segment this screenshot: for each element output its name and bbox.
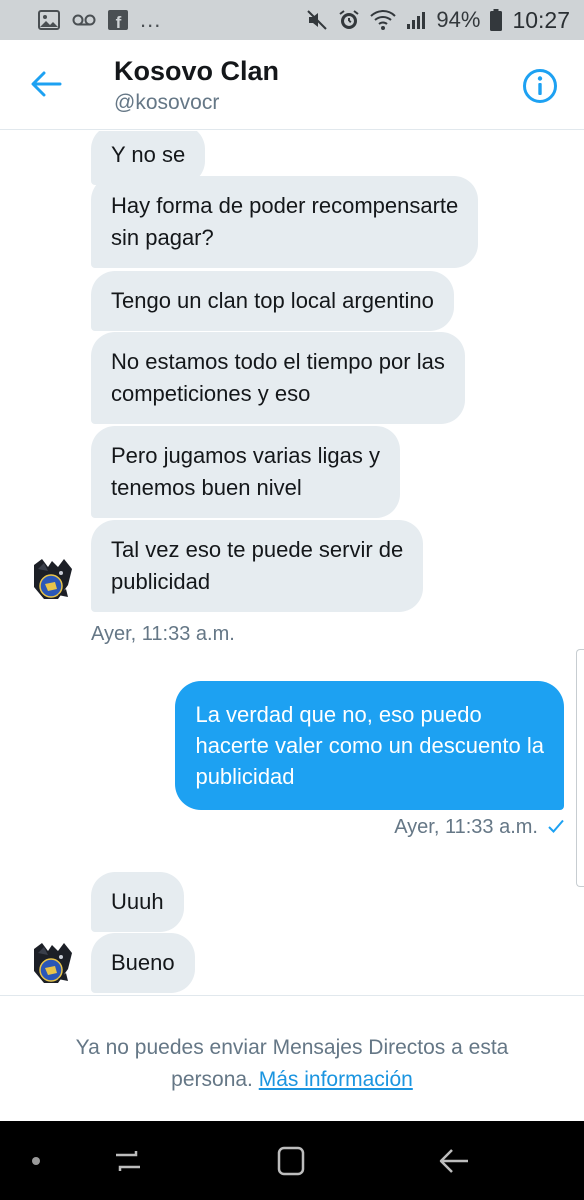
- message-text: publicidad: [111, 569, 211, 594]
- message-incoming: Tengo un clan top local argentino: [91, 271, 454, 331]
- back-nav-button[interactable]: [436, 1143, 472, 1179]
- more-notifications: ...: [140, 7, 162, 32]
- message-text: publicidad: [195, 764, 295, 789]
- conversation-title: Kosovo Clan: [114, 56, 280, 86]
- message-text: Pero jugamos varias ligas y: [111, 443, 381, 468]
- wifi-icon: [370, 8, 397, 32]
- info-button[interactable]: [522, 68, 558, 104]
- dm-disabled-notice: Ya no puedes enviar Mensajes Directos a …: [0, 995, 584, 1121]
- mute-icon: [306, 8, 328, 32]
- conversation-header: Kosovo Clan @kosovocr: [0, 40, 584, 130]
- battery-icon: [490, 8, 503, 32]
- message-text: Tengo un clan top local argentino: [111, 288, 434, 313]
- arrow-left-icon: [31, 71, 62, 97]
- message-incoming: Hay forma de poder recompensarte sin pag…: [91, 176, 479, 268]
- recent-apps-icon: [116, 1151, 140, 1171]
- message-timestamp: Ayer, 11:33 a.m.: [394, 816, 538, 838]
- home-button[interactable]: [273, 1143, 309, 1179]
- system-nav-bar: [0, 1121, 584, 1200]
- voicemail-icon: [72, 8, 96, 32]
- message-list[interactable]: Y no se Hay forma de poder recompensarte…: [0, 131, 584, 995]
- message-text: tenemos buen nivel: [111, 475, 302, 500]
- facebook-glyph: f: [116, 13, 122, 30]
- message-text: sin pagar?: [111, 225, 214, 250]
- back-button[interactable]: [26, 66, 66, 102]
- kosovo-clan-avatar-icon: [34, 559, 72, 599]
- recent-apps-button[interactable]: [110, 1143, 146, 1179]
- info-icon: [523, 69, 557, 103]
- message-incoming: Pero jugamos varias ligas y tenemos buen…: [91, 426, 401, 518]
- signal-icon: [406, 8, 426, 32]
- scrollbar-thumb[interactable]: [576, 649, 584, 887]
- message-outgoing: La verdad que no, eso puedo hacerte vale…: [175, 681, 564, 810]
- back-nav-icon: [439, 1149, 468, 1173]
- more-info-link[interactable]: Más información: [259, 1068, 413, 1091]
- battery-percent: 94%: [436, 7, 481, 32]
- message-text: Hay forma de poder recompensarte: [111, 193, 459, 218]
- message-incoming: Bueno: [91, 933, 195, 993]
- nav-dot-icon: [32, 1157, 40, 1165]
- notice-text: persona.: [171, 1068, 253, 1091]
- clock-time: 10:27: [512, 6, 570, 33]
- message-incoming: Uuuh: [91, 872, 184, 932]
- message-text: hacerte valer como un descuento la: [195, 733, 544, 758]
- kosovo-clan-avatar-icon: [34, 943, 72, 983]
- alarm-icon: [338, 8, 360, 32]
- message-text: competiciones y eso: [111, 381, 311, 406]
- status-bar: f ... 94% 10:27: [0, 0, 584, 40]
- facebook-icon: f: [108, 8, 128, 32]
- message-timestamp-read: Ayer, 11:33 a.m.: [394, 816, 564, 839]
- read-check-icon: [548, 816, 564, 839]
- home-icon: [277, 1146, 305, 1176]
- avatar[interactable]: [28, 939, 76, 987]
- message-text: Tal vez eso te puede servir de: [111, 537, 404, 562]
- message-text: Uuuh: [111, 889, 164, 914]
- message-incoming: No estamos todo el tiempo por las compet…: [91, 332, 465, 424]
- message-timestamp: Ayer, 11:33 a.m.: [91, 623, 235, 645]
- message-text: Y no se: [111, 142, 186, 167]
- conversation-handle: @kosovocr: [114, 91, 220, 114]
- message-text: No estamos todo el tiempo por las: [111, 349, 445, 374]
- image-icon: [38, 8, 60, 32]
- notice-text: Ya no puedes enviar Mensajes Directos a …: [75, 1036, 509, 1059]
- avatar[interactable]: [28, 555, 76, 603]
- message-incoming: Tal vez eso te puede servir de publicida…: [91, 520, 424, 612]
- message-text: Bueno: [111, 950, 175, 975]
- message-text: La verdad que no, eso puedo: [195, 702, 482, 727]
